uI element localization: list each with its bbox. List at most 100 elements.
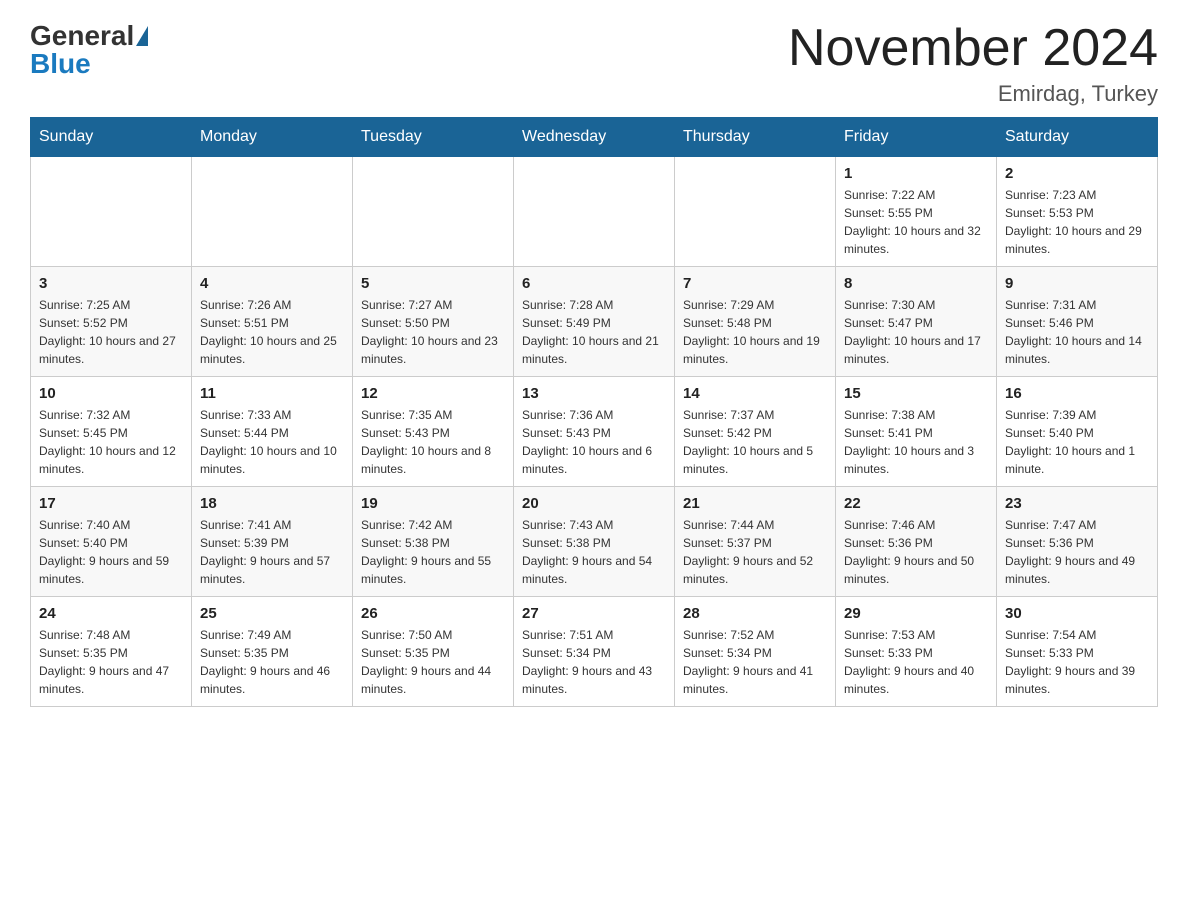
- calendar-table: SundayMondayTuesdayWednesdayThursdayFrid…: [30, 117, 1158, 707]
- day-info: Sunrise: 7:53 AMSunset: 5:33 PMDaylight:…: [844, 626, 988, 698]
- calendar-day: 12Sunrise: 7:35 AMSunset: 5:43 PMDayligh…: [353, 377, 514, 487]
- calendar-day: 23 Sunrise: 7:47 AMSunset: 5:36 PMDayligh…: [997, 487, 1158, 597]
- calendar-day: 28 Sunrise: 7:52 AMSunset: 5:34 PMDayligh…: [675, 597, 836, 707]
- day-info: Sunrise: 7:29 AMSunset: 5:48 PMDaylight:…: [683, 296, 827, 368]
- day-info: Sunrise: 7:31 AMSunset: 5:46 PMDaylight:…: [1005, 296, 1149, 368]
- weekday-header-friday: Friday: [836, 118, 997, 157]
- day-info: Sunrise: 7:25 AMSunset: 5:52 PMDaylight:…: [39, 296, 183, 368]
- day-number: 1: [844, 165, 988, 182]
- calendar-day: 10 Sunrise: 7:32 AMSunset: 5:45 PMDayligh…: [31, 377, 192, 487]
- day-number: 27: [522, 605, 666, 622]
- day-number: 26: [361, 605, 505, 622]
- day-info: Sunrise: 7:28 AMSunset: 5:49 PMDaylight:…: [522, 296, 666, 368]
- weekday-header-row: SundayMondayTuesdayWednesdayThursdayFrid…: [31, 118, 1158, 157]
- calendar-day: 26 Sunrise: 7:50 AMSunset: 5:35 PMDayligh…: [353, 597, 514, 707]
- logo: General Blue: [30, 20, 150, 80]
- day-info: Sunrise: 7:32 AMSunset: 5:45 PMDaylight:…: [39, 406, 183, 478]
- day-info: Sunrise: 7:37 AMSunset: 5:42 PMDaylight:…: [683, 406, 827, 478]
- calendar-day: 3Sunrise: 7:25 AMSunset: 5:52 PMDaylight…: [31, 267, 192, 377]
- day-info: Sunrise: 7:50 AMSunset: 5:35 PMDaylight:…: [361, 626, 505, 698]
- day-info: Sunrise: 7:49 AMSunset: 5:35 PMDaylight:…: [200, 626, 344, 698]
- day-info: Sunrise: 7:39 AMSunset: 5:40 PMDaylight:…: [1005, 406, 1149, 478]
- calendar-day: 5 Sunrise: 7:27 AMSunset: 5:50 PMDaylight…: [353, 267, 514, 377]
- day-info: Sunrise: 7:36 AMSunset: 5:43 PMDaylight:…: [522, 406, 666, 478]
- calendar-day: [514, 157, 675, 267]
- calendar-day: 16Sunrise: 7:39 AMSunset: 5:40 PMDayligh…: [997, 377, 1158, 487]
- calendar-day: 22 Sunrise: 7:46 AMSunset: 5:36 PMDayligh…: [836, 487, 997, 597]
- calendar-day: 6 Sunrise: 7:28 AMSunset: 5:49 PMDaylight…: [514, 267, 675, 377]
- day-number: 5: [361, 275, 505, 292]
- day-number: 9: [1005, 275, 1149, 292]
- calendar-day: 17 Sunrise: 7:40 AMSunset: 5:40 PMDayligh…: [31, 487, 192, 597]
- day-number: 2: [1005, 165, 1149, 182]
- day-info: Sunrise: 7:54 AMSunset: 5:33 PMDaylight:…: [1005, 626, 1149, 698]
- weekday-header-tuesday: Tuesday: [353, 118, 514, 157]
- calendar-day: 24 Sunrise: 7:48 AMSunset: 5:35 PMDayligh…: [31, 597, 192, 707]
- day-number: 19: [361, 495, 505, 512]
- day-info: Sunrise: 7:48 AMSunset: 5:35 PMDaylight:…: [39, 626, 183, 698]
- day-number: 22: [844, 495, 988, 512]
- month-year-title: November 2024: [788, 20, 1158, 77]
- logo-triangle-icon: [136, 26, 148, 46]
- day-number: 15: [844, 385, 988, 402]
- calendar-day: 8 Sunrise: 7:30 AMSunset: 5:47 PMDaylight…: [836, 267, 997, 377]
- day-info: Sunrise: 7:52 AMSunset: 5:34 PMDaylight:…: [683, 626, 827, 698]
- calendar-week-row: 10 Sunrise: 7:32 AMSunset: 5:45 PMDayligh…: [31, 377, 1158, 487]
- day-number: 25: [200, 605, 344, 622]
- day-info: Sunrise: 7:22 AMSunset: 5:55 PMDaylight:…: [844, 186, 988, 258]
- day-number: 6: [522, 275, 666, 292]
- day-number: 11: [200, 385, 344, 402]
- calendar-day: 14 Sunrise: 7:37 AMSunset: 5:42 PMDayligh…: [675, 377, 836, 487]
- day-info: Sunrise: 7:38 AMSunset: 5:41 PMDaylight:…: [844, 406, 988, 478]
- day-info: Sunrise: 7:47 AMSunset: 5:36 PMDaylight:…: [1005, 516, 1149, 588]
- day-number: 8: [844, 275, 988, 292]
- day-info: Sunrise: 7:42 AMSunset: 5:38 PMDaylight:…: [361, 516, 505, 588]
- calendar-day: [192, 157, 353, 267]
- calendar-day: 15 Sunrise: 7:38 AMSunset: 5:41 PMDayligh…: [836, 377, 997, 487]
- logo-blue-text: Blue: [30, 48, 91, 80]
- calendar-day: 1 Sunrise: 7:22 AMSunset: 5:55 PMDaylight…: [836, 157, 997, 267]
- day-number: 29: [844, 605, 988, 622]
- day-number: 23: [1005, 495, 1149, 512]
- day-info: Sunrise: 7:51 AMSunset: 5:34 PMDaylight:…: [522, 626, 666, 698]
- weekday-header-wednesday: Wednesday: [514, 118, 675, 157]
- calendar-day: [31, 157, 192, 267]
- day-number: 30: [1005, 605, 1149, 622]
- calendar-day: 18Sunrise: 7:41 AMSunset: 5:39 PMDayligh…: [192, 487, 353, 597]
- day-number: 14: [683, 385, 827, 402]
- calendar-day: 21Sunrise: 7:44 AMSunset: 5:37 PMDayligh…: [675, 487, 836, 597]
- calendar-day: 7 Sunrise: 7:29 AMSunset: 5:48 PMDaylight…: [675, 267, 836, 377]
- calendar-day: 19 Sunrise: 7:42 AMSunset: 5:38 PMDayligh…: [353, 487, 514, 597]
- day-info: Sunrise: 7:35 AMSunset: 5:43 PMDaylight:…: [361, 406, 505, 478]
- calendar-day: 20Sunrise: 7:43 AMSunset: 5:38 PMDayligh…: [514, 487, 675, 597]
- day-number: 20: [522, 495, 666, 512]
- location-label: Emirdag, Turkey: [788, 81, 1158, 107]
- calendar-day: 2Sunrise: 7:23 AMSunset: 5:53 PMDaylight…: [997, 157, 1158, 267]
- calendar-day: 29 Sunrise: 7:53 AMSunset: 5:33 PMDayligh…: [836, 597, 997, 707]
- day-number: 24: [39, 605, 183, 622]
- day-info: Sunrise: 7:46 AMSunset: 5:36 PMDaylight:…: [844, 516, 988, 588]
- calendar-day: 13Sunrise: 7:36 AMSunset: 5:43 PMDayligh…: [514, 377, 675, 487]
- day-number: 28: [683, 605, 827, 622]
- weekday-header-monday: Monday: [192, 118, 353, 157]
- weekday-header-saturday: Saturday: [997, 118, 1158, 157]
- day-info: Sunrise: 7:26 AMSunset: 5:51 PMDaylight:…: [200, 296, 344, 368]
- day-number: 17: [39, 495, 183, 512]
- day-number: 7: [683, 275, 827, 292]
- calendar-day: 25 Sunrise: 7:49 AMSunset: 5:35 PMDayligh…: [192, 597, 353, 707]
- day-info: Sunrise: 7:30 AMSunset: 5:47 PMDaylight:…: [844, 296, 988, 368]
- weekday-header-sunday: Sunday: [31, 118, 192, 157]
- day-info: Sunrise: 7:40 AMSunset: 5:40 PMDaylight:…: [39, 516, 183, 588]
- calendar-day: 9 Sunrise: 7:31 AMSunset: 5:46 PMDaylight…: [997, 267, 1158, 377]
- page-header: General Blue November 2024 Emirdag, Turk…: [30, 20, 1158, 107]
- calendar-day: [353, 157, 514, 267]
- day-number: 4: [200, 275, 344, 292]
- day-number: 18: [200, 495, 344, 512]
- calendar-week-row: 1 Sunrise: 7:22 AMSunset: 5:55 PMDaylight…: [31, 157, 1158, 267]
- day-info: Sunrise: 7:27 AMSunset: 5:50 PMDaylight:…: [361, 296, 505, 368]
- day-number: 21: [683, 495, 827, 512]
- calendar-week-row: 3Sunrise: 7:25 AMSunset: 5:52 PMDaylight…: [31, 267, 1158, 377]
- calendar-day: 30 Sunrise: 7:54 AMSunset: 5:33 PMDayligh…: [997, 597, 1158, 707]
- calendar-day: 27 Sunrise: 7:51 AMSunset: 5:34 PMDayligh…: [514, 597, 675, 707]
- day-number: 10: [39, 385, 183, 402]
